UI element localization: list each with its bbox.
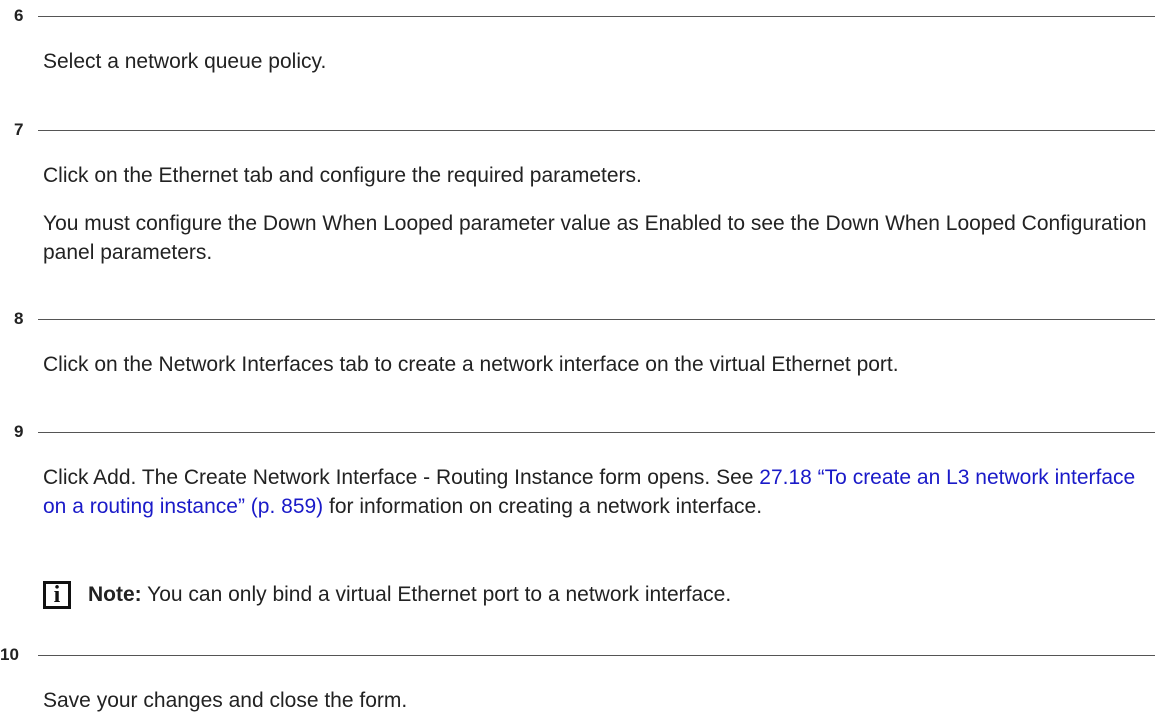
note-text: Note: You can only bind a virtual Ethern…: [88, 580, 731, 609]
step-divider: [38, 16, 1155, 17]
step-10-text: Save your changes and close the form.: [43, 689, 408, 712]
step-divider: [38, 432, 1155, 433]
step-number: 7: [14, 120, 24, 139]
step-number: 10: [0, 645, 19, 664]
step-number: 6: [14, 6, 24, 25]
note-label: Note:: [88, 583, 142, 606]
step-divider: [38, 130, 1155, 131]
step-number: 9: [14, 422, 24, 441]
step-number: 8: [14, 309, 24, 328]
note-box: i Note: You can only bind a virtual Ethe…: [43, 581, 1143, 621]
step-8-text: Click on the Network Interfaces tab to c…: [43, 353, 899, 376]
info-icon: i: [43, 581, 71, 609]
note-body: You can only bind a virtual Ethernet por…: [141, 583, 732, 606]
step-9-text: Click Add. The Create Network Interface …: [43, 463, 1153, 521]
step-9-text-post: for information on creating a network in…: [323, 495, 763, 518]
step-9-text-pre: Click Add. The Create Network Interface …: [43, 466, 760, 489]
step-divider: [38, 319, 1155, 320]
step-6-text: Select a network queue policy.: [43, 50, 327, 73]
step-7-detail: You must configure the Down When Looped …: [43, 212, 1147, 264]
step-divider: [38, 655, 1155, 656]
step-7-text: Click on the Ethernet tab and configure …: [43, 164, 642, 187]
